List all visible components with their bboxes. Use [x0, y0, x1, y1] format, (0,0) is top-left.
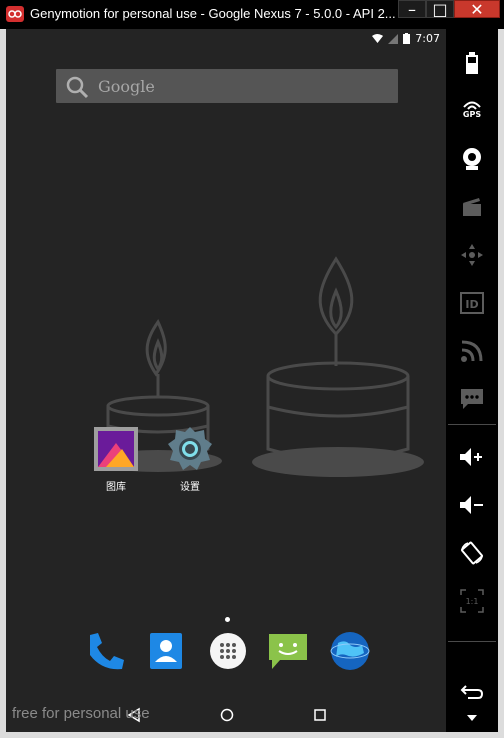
webcam-widget[interactable] — [446, 141, 498, 177]
genymotion-toolbar: GPS ID 1:1 — [446, 29, 498, 732]
rotate-button[interactable] — [446, 535, 498, 571]
app-gallery[interactable]: 图库 — [86, 425, 146, 493]
genymotion-app-icon — [6, 6, 24, 22]
volume-up-button[interactable] — [446, 439, 498, 475]
rotate-icon — [461, 541, 483, 565]
rss-widget[interactable] — [446, 333, 498, 369]
settings-icon — [168, 427, 212, 470]
nav-recents-icon[interactable] — [310, 705, 330, 725]
volume-down-button[interactable] — [446, 487, 498, 523]
window-controls: – □ ✕ — [398, 0, 500, 19]
gallery-icon — [94, 427, 138, 471]
toolbar-separator — [448, 641, 496, 642]
sms-widget[interactable] — [446, 381, 498, 417]
app-label-settings: 设置 — [180, 482, 200, 493]
messaging-icon[interactable] — [266, 629, 310, 673]
google-search-bar[interactable]: Google — [56, 69, 398, 103]
pixel-ratio-label: 1:1 — [466, 597, 479, 606]
personal-use-watermark: free for personal use — [12, 705, 150, 722]
battery-widget[interactable] — [446, 45, 498, 81]
back-button[interactable] — [446, 674, 498, 710]
menu-down-button[interactable] — [446, 707, 498, 729]
video-capture-widget[interactable] — [446, 189, 498, 225]
webcam-icon — [463, 148, 481, 170]
battery-icon — [466, 52, 478, 74]
rss-icon — [461, 340, 483, 362]
birthday-cake-wallpaper — [94, 256, 424, 477]
navigation-icon — [461, 244, 483, 266]
nav-home-icon[interactable] — [217, 705, 237, 725]
window-titlebar: Genymotion for personal use - Google Nex… — [0, 0, 504, 29]
id-icon: ID — [460, 292, 484, 314]
window-frame-bottom — [0, 732, 504, 738]
gps-icon — [463, 101, 481, 110]
volume-up-icon — [460, 448, 482, 466]
pixel-perfect-icon: 1:1 — [460, 589, 484, 613]
search-placeholder: Google — [98, 77, 155, 96]
back-icon — [460, 685, 484, 699]
toolbar-separator — [448, 424, 496, 425]
app-settings[interactable]: 设置 — [160, 425, 220, 493]
menu-down-icon — [467, 715, 477, 721]
navigation-widget[interactable] — [446, 237, 498, 273]
search-icon — [66, 76, 89, 99]
minimize-button[interactable]: – — [398, 0, 426, 19]
gps-widget[interactable]: GPS — [446, 91, 498, 127]
pixel-perfect-button[interactable]: 1:1 — [446, 583, 498, 619]
gps-label: GPS — [462, 109, 482, 119]
page-indicator — [225, 617, 230, 622]
dock — [6, 629, 446, 681]
id-widget[interactable]: ID — [446, 285, 498, 321]
browser-icon[interactable] — [328, 629, 372, 673]
app-label-gallery: 图库 — [106, 482, 126, 493]
id-label: ID — [465, 298, 478, 311]
close-button[interactable]: ✕ — [454, 0, 500, 19]
contacts-icon[interactable] — [144, 629, 188, 673]
window-title: Genymotion for personal use - Google Nex… — [30, 6, 396, 21]
phone-icon[interactable] — [82, 629, 126, 673]
android-screen[interactable]: 7:07 Google 图库 设置 free for personal use — [6, 29, 446, 732]
maximize-button[interactable]: □ — [426, 0, 454, 19]
app-drawer-icon[interactable] — [206, 629, 250, 673]
volume-down-icon — [460, 496, 483, 514]
sms-icon — [461, 389, 483, 409]
video-capture-icon — [463, 198, 481, 216]
window-frame-right — [498, 29, 504, 738]
